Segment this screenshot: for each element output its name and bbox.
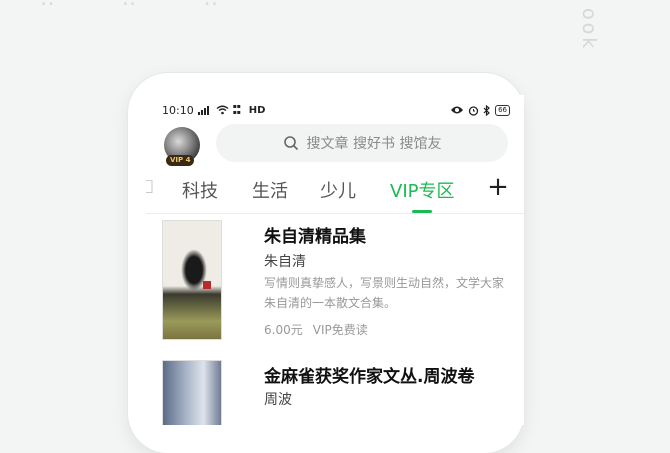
tab-partial-cut-off[interactable]: ☐	[146, 177, 154, 198]
book-title[interactable]: 朱自清精品集	[264, 222, 366, 247]
background-side-word: ook	[578, 8, 600, 52]
book-author: 朱自清	[264, 254, 306, 270]
wifi-icon	[216, 105, 229, 115]
tab-tech[interactable]: 科技	[182, 177, 218, 203]
book-author: 周波	[264, 392, 292, 408]
book-vip-tag: VIP免费读	[312, 323, 368, 337]
book-cover[interactable]	[162, 220, 222, 340]
book-cover[interactable]	[162, 360, 222, 425]
search-bar[interactable]: 搜文章 搜好书 搜馆友	[216, 124, 508, 162]
book-meta: 6.00元 VIP免费读	[264, 321, 368, 338]
status-time: 10:10	[162, 103, 194, 117]
add-category-button[interactable]: +	[486, 174, 510, 200]
alarm-icon	[468, 105, 479, 116]
app-screen: 10:10 ▪▪ ▪▪ HD 66 VIP 4 搜文章 搜好书 搜馆友 ☐ 科技…	[146, 95, 524, 425]
tab-kids[interactable]: 少儿	[320, 177, 356, 203]
book-description: 写情则真挚感人，写景则生动自然，文学大家朱自清的一本散文合集。	[264, 276, 505, 310]
search-placeholder: 搜文章 搜好书 搜馆友	[306, 136, 442, 152]
network-type: HD	[248, 104, 266, 116]
vip-level-badge: VIP 4	[166, 155, 195, 166]
network-speed-icon: ▪▪ ▪▪	[232, 103, 241, 116]
cover-seal	[203, 281, 211, 289]
background-text-fragment: ‥ ‥ ‥	[40, 0, 248, 11]
bluetooth-icon	[483, 104, 490, 116]
book-price: 6.00元	[264, 323, 303, 337]
book-list-item[interactable]: 朱自清精品集 朱自清 写情则真挚感人，写景则生动自然，文学大家朱自清的一本散文合…	[146, 220, 524, 345]
eye-care-icon	[451, 106, 464, 114]
battery-icon: 66	[495, 104, 510, 116]
status-bar: 10:10 ▪▪ ▪▪ HD 66	[162, 101, 510, 119]
book-list-item[interactable]: 金麻雀获奖作家文丛.周波卷 周波	[146, 360, 524, 425]
tab-vip-zone[interactable]: VIP专区	[390, 177, 454, 203]
search-icon	[283, 136, 298, 151]
tab-life[interactable]: 生活	[252, 177, 288, 203]
signal-icon	[197, 106, 209, 115]
active-tab-indicator	[412, 210, 432, 213]
book-title[interactable]: 金麻雀获奖作家文丛.周波卷	[264, 362, 474, 387]
category-tabs: ☐ 科技 生活 少儿 VIP专区	[146, 173, 524, 214]
